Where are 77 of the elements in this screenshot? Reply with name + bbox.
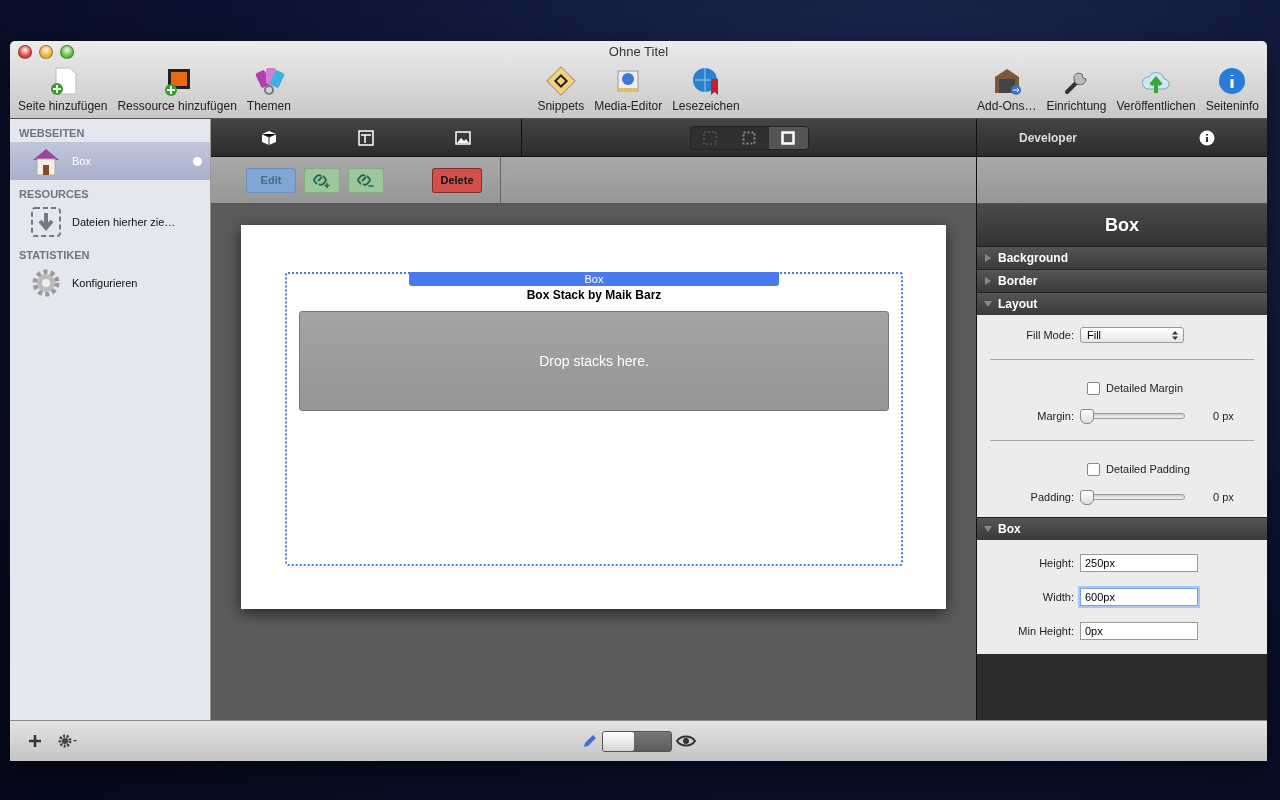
sidebar-heading: STATISTIKEN bbox=[18, 248, 91, 263]
info-icon[interactable] bbox=[1199, 129, 1215, 146]
slider-thumb[interactable] bbox=[1080, 408, 1094, 424]
download-dashed-icon bbox=[30, 206, 62, 238]
checkbox[interactable] bbox=[1087, 462, 1100, 476]
checkbox-label: Detailed Padding bbox=[1106, 463, 1190, 475]
toolbar-button[interactable]: Media-Editor bbox=[594, 65, 663, 113]
section-title: Border bbox=[998, 274, 1038, 288]
section-title: Box bbox=[998, 522, 1021, 536]
sidebar-heading: RESOURCES bbox=[18, 187, 90, 202]
checkbox[interactable] bbox=[1087, 381, 1100, 395]
triangle-right-icon bbox=[984, 254, 992, 262]
inspector-title: Box bbox=[977, 204, 1267, 246]
sidebar-item-label: Dateien hierher zie… bbox=[72, 216, 177, 228]
triangle-right-icon bbox=[984, 277, 992, 285]
square-icon bbox=[781, 130, 795, 145]
sidebar-item-label: Konfigurieren bbox=[72, 277, 139, 289]
sidebar-heading: WEBSEITEN bbox=[18, 126, 86, 141]
toolbar-button[interactable]: Seiteninfo bbox=[1205, 65, 1259, 113]
toolbar-button[interactable]: Ressource hinzufügen bbox=[117, 65, 237, 113]
toolbar-button[interactable]: Lesezeichen bbox=[672, 65, 740, 113]
eye-icon bbox=[675, 734, 696, 748]
slider-label: Margin: bbox=[1036, 410, 1075, 422]
window-title: Ohne Titel bbox=[608, 44, 669, 59]
dashed-square-icon bbox=[703, 130, 717, 145]
toolbar-button[interactable]: Add-Ons… bbox=[977, 65, 1037, 113]
action-button[interactable]: Delete bbox=[432, 167, 482, 193]
sidebar-item[interactable]: Dateien hierher zie… bbox=[10, 203, 210, 241]
slider-thumb[interactable] bbox=[1080, 489, 1094, 505]
section-header[interactable]: Box bbox=[977, 517, 1267, 540]
minimize-light bbox=[39, 44, 53, 59]
field-label: Height: bbox=[1038, 557, 1075, 569]
zoom-light bbox=[60, 44, 74, 59]
link-plus-icon bbox=[312, 171, 332, 189]
triangle-down-icon bbox=[984, 525, 992, 533]
layout-icon[interactable] bbox=[358, 129, 374, 146]
slider-track[interactable] bbox=[1080, 408, 1185, 424]
box-tab[interactable]: Box bbox=[409, 272, 779, 286]
field-label: Width: bbox=[1041, 591, 1075, 603]
link-minus-icon bbox=[356, 171, 376, 189]
dotted-square-icon bbox=[742, 130, 756, 145]
stepper-icon bbox=[1172, 330, 1178, 340]
slider-track[interactable] bbox=[1080, 489, 1185, 505]
toolbar-button[interactable]: Seite hinzufügen bbox=[18, 65, 108, 113]
plus-icon[interactable] bbox=[28, 734, 42, 748]
field-label: Min Height: bbox=[1017, 625, 1075, 637]
close-light bbox=[18, 44, 32, 59]
input-field[interactable]: 250px bbox=[1080, 554, 1198, 572]
slider-reading: 0 px bbox=[1213, 410, 1234, 422]
input-field[interactable]: 0px bbox=[1080, 622, 1198, 640]
checkbox-label: Detailed Margin bbox=[1106, 382, 1184, 394]
image-icon[interactable] bbox=[454, 130, 471, 145]
mode-toggle[interactable] bbox=[601, 730, 672, 752]
triangle-down-icon bbox=[984, 300, 992, 308]
section-header[interactable]: Border bbox=[977, 269, 1267, 292]
slider-label: Padding: bbox=[1029, 491, 1075, 503]
toolbar-button[interactable]: Einrichtung bbox=[1046, 65, 1107, 113]
sidebar-item[interactable]: Konfigurieren bbox=[10, 264, 210, 302]
input-field[interactable]: 600px bbox=[1080, 588, 1198, 606]
cube-icon[interactable] bbox=[261, 129, 278, 146]
segment-button[interactable] bbox=[768, 126, 808, 149]
section-header[interactable]: Background bbox=[977, 246, 1267, 269]
section-title: Layout bbox=[998, 297, 1038, 311]
slider-reading: 0 px bbox=[1213, 491, 1234, 503]
toolbar-button[interactable]: Snippets bbox=[537, 65, 585, 113]
section-header[interactable]: Layout bbox=[977, 292, 1267, 315]
gear-menu-icon[interactable] bbox=[58, 734, 78, 748]
gear-icon bbox=[30, 267, 62, 299]
fill-mode-select[interactable]: Fill bbox=[1080, 327, 1184, 343]
section-title: Background bbox=[998, 251, 1068, 265]
toolbar-button[interactable]: Themen bbox=[246, 65, 291, 113]
inspector-header: Developer bbox=[1019, 130, 1078, 145]
sidebar-item-label: Box bbox=[72, 155, 92, 167]
stack-title: Box Stack by Maik Barz bbox=[526, 288, 662, 302]
pencil-icon bbox=[581, 733, 598, 749]
toolbar-button[interactable]: Veröffentlichen bbox=[1116, 65, 1196, 113]
field-label: Fill Mode: bbox=[1025, 329, 1075, 341]
